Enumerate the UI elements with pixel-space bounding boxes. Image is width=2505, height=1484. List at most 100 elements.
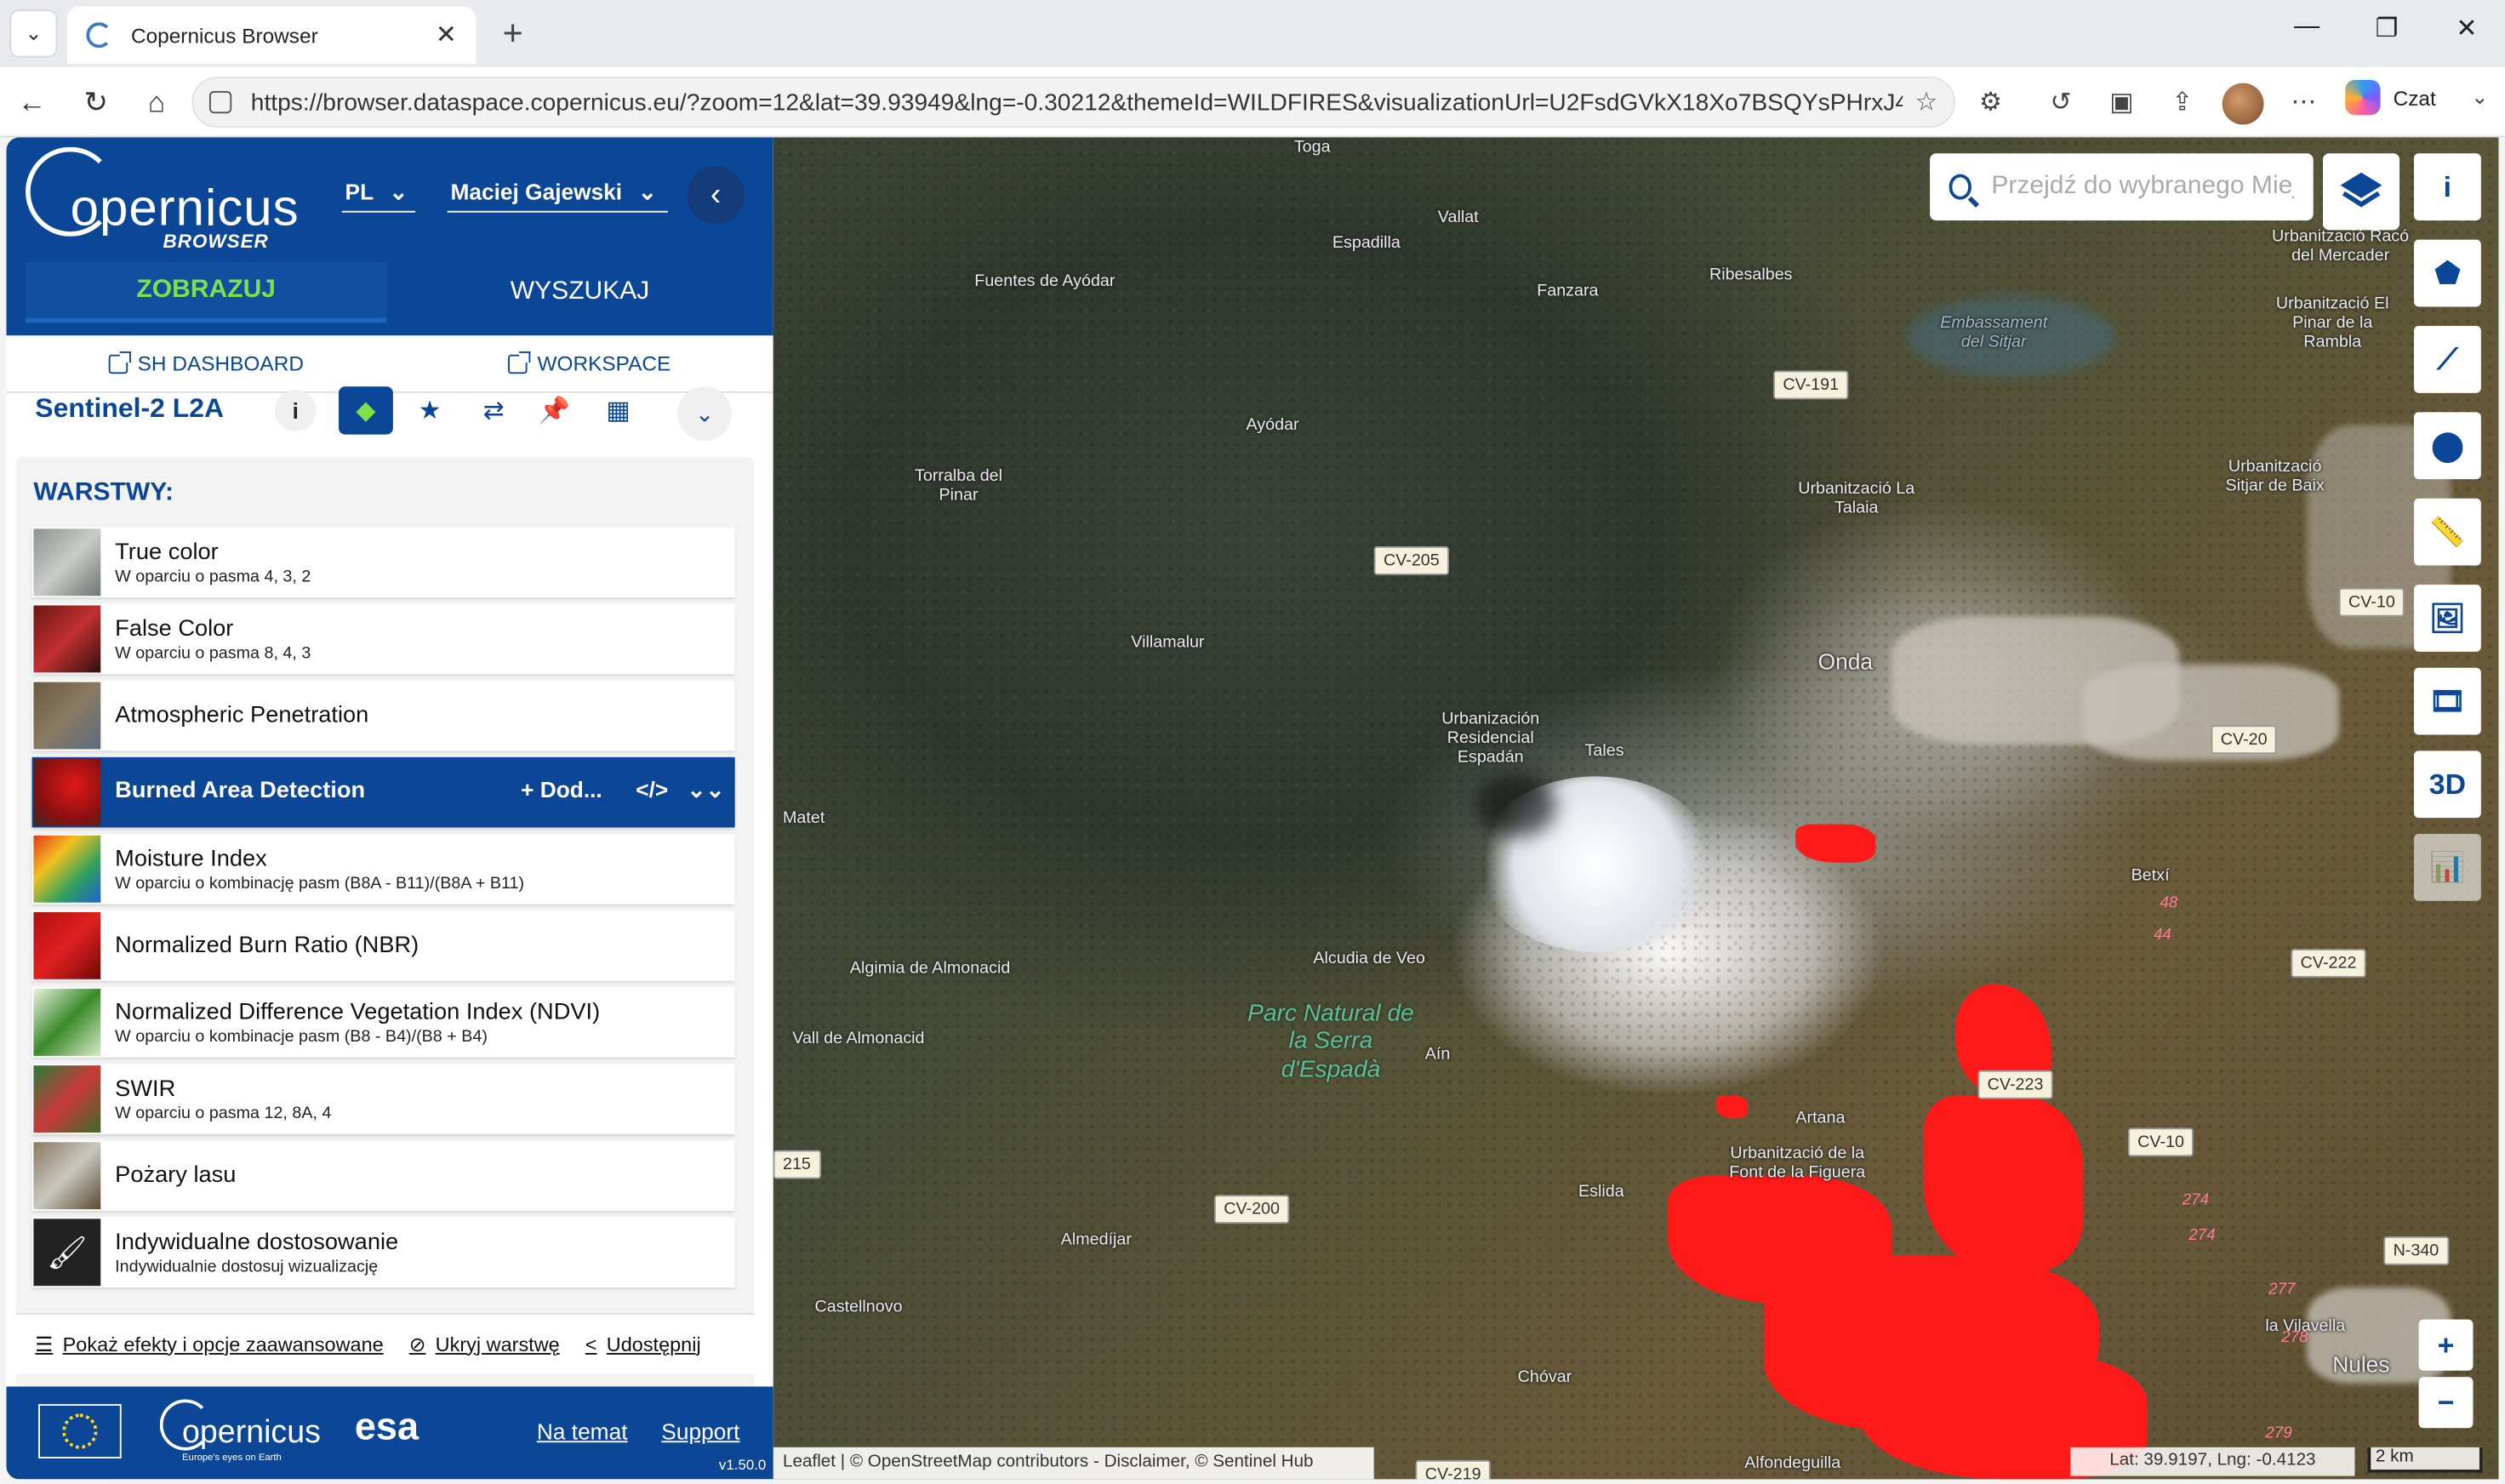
layer-ndvi[interactable]: Normalized Difference Vegetation Index (… xyxy=(31,987,735,1058)
layers-stack-icon xyxy=(2340,172,2382,208)
address-bar[interactable]: https://browser.dataspace.copernicus.eu/… xyxy=(191,77,1956,128)
extensions-icon[interactable]: ⚙ xyxy=(1971,83,2010,122)
share-link[interactable]: < Udostępnij xyxy=(585,1333,701,1356)
maximize-button[interactable]: ❐ xyxy=(2368,13,2406,45)
place-label: Villamalur xyxy=(1131,632,1205,652)
info-button[interactable]: i xyxy=(2413,153,2481,221)
about-link[interactable]: Na temat xyxy=(537,1418,628,1444)
layer-burned-area-detection[interactable]: Burned Area Detection + Dod... </> ⌄⌄ xyxy=(31,756,735,828)
tab-visualize[interactable]: ZOBRAZUJ xyxy=(26,261,387,323)
close-tab-icon[interactable]: ✕ xyxy=(436,20,457,52)
zoom-out-button[interactable]: − xyxy=(2418,1377,2474,1429)
minimize-button[interactable]: — xyxy=(2288,13,2326,42)
browser-tab[interactable]: Copernicus Browser ✕ xyxy=(66,6,476,65)
search-input[interactable]: Przejdź do wybranego Miejsca xyxy=(1991,173,2294,202)
layer-thumbnail xyxy=(33,1065,101,1133)
workspace-link[interactable]: WORKSPACE xyxy=(508,351,670,375)
zoom-in-button[interactable]: + xyxy=(2418,1319,2474,1371)
statistics-chart-button[interactable]: 📊 xyxy=(2413,833,2481,901)
profile-avatar[interactable] xyxy=(2222,83,2264,125)
layer-name: False Color xyxy=(115,616,234,642)
code-icon[interactable]: </> xyxy=(636,776,668,802)
layer-options-bar: ☰ Pokaż efekty i opcje zaawansowane ⊘ Ukry… xyxy=(15,1313,755,1374)
road-number: 274 xyxy=(2188,1226,2216,1245)
expand-layer-icon[interactable]: ⌄⌄ xyxy=(687,776,724,803)
close-window-button[interactable]: ✕ xyxy=(2447,13,2485,45)
external-link-icon xyxy=(108,351,132,374)
burned-area xyxy=(1795,824,1876,863)
support-link[interactable]: Support xyxy=(661,1418,739,1444)
location-pin-button[interactable]: ⬤ xyxy=(2413,412,2481,480)
new-tab-button[interactable]: + xyxy=(492,13,534,54)
tab-bar: ⌄ Copernicus Browser ✕ + — ❐ ✕ xyxy=(0,0,2505,67)
layers-control-button[interactable] xyxy=(2322,153,2400,231)
layer-moisture-index[interactable]: Moisture Index W oparciu o kombinację pa… xyxy=(31,833,735,905)
place-label: Toga xyxy=(1293,137,1331,157)
layer-name: True color xyxy=(115,539,219,566)
expand-dataset-button[interactable]: ⌄ xyxy=(677,386,732,442)
timelapse-button[interactable]: 🎞 xyxy=(2413,667,2481,735)
more-menu-icon[interactable]: ⋯ xyxy=(2285,83,2323,122)
layer-nbr[interactable]: Normalized Burn Ratio (NBR) xyxy=(31,910,735,981)
tab-search[interactable]: WYSZUKAJ xyxy=(399,262,760,322)
copilot-label: Czat xyxy=(2393,85,2436,110)
road-number: 48 xyxy=(2160,894,2178,912)
place-label: Artana xyxy=(1795,1108,1846,1128)
layer-swir[interactable]: SWIR W oparciu o pasma 12, 8A, 4 xyxy=(31,1064,735,1134)
layer-thumbnail xyxy=(33,835,101,903)
map-view[interactable]: Toga Vallat Espadilla Fuentes de Ayódar … xyxy=(773,137,2499,1480)
home-button[interactable]: ⌂ xyxy=(137,83,175,122)
place-label: Urbanització Sitjar de Baix xyxy=(2225,456,2325,496)
chevron-down-icon[interactable]: ⌄ xyxy=(2471,84,2488,110)
paintbrush-icon: 🖌 xyxy=(33,1219,101,1287)
place-label: Eslida xyxy=(1578,1182,1624,1201)
layer-description: W oparciu o pasma 8, 4, 3 xyxy=(115,643,311,664)
collapse-panel-button[interactable]: ‹ xyxy=(687,166,745,224)
location-search[interactable]: Przejdź do wybranego Miejsca xyxy=(1930,153,2314,221)
place-label: Castellnovo xyxy=(814,1297,903,1316)
add-layer-button[interactable]: + Dod... xyxy=(521,776,602,802)
user-menu[interactable]: Maciej Gajewski ⌄ xyxy=(447,179,668,213)
mosaic-icon[interactable]: ▦ xyxy=(591,386,646,434)
measure-ruler-button[interactable]: 📏 xyxy=(2413,498,2481,566)
layers-icon[interactable]: ◆ xyxy=(339,386,393,435)
tab-actions-menu-button[interactable]: ⌄ xyxy=(9,9,58,58)
image-download-button[interactable]: 🖼 xyxy=(2413,585,2481,652)
url-text[interactable]: https://browser.dataspace.copernicus.eu/… xyxy=(251,88,1903,116)
layer-true-color[interactable]: True color W oparciu o pasma 4, 3, 2 xyxy=(31,527,735,598)
eu-flag-logo xyxy=(38,1404,122,1458)
road-number: 44 xyxy=(2153,926,2171,945)
history-icon[interactable]: ↺ xyxy=(2042,83,2080,122)
language-select[interactable]: PL ⌄ xyxy=(341,179,416,213)
place-label: Alcudia de Veo xyxy=(1313,949,1425,968)
road-label: CV-222 xyxy=(2291,949,2366,978)
place-label: Matet xyxy=(782,808,825,828)
layer-wildfires[interactable]: Pożary lasu xyxy=(31,1140,735,1211)
layer-atmospheric-penetration[interactable]: Atmospheric Penetration xyxy=(31,680,735,751)
pin-icon[interactable]: 📌 xyxy=(528,386,582,434)
draw-polygon-button[interactable]: ⬟ xyxy=(2413,239,2481,307)
copilot-button[interactable]: Czat ⌄ xyxy=(2345,79,2489,116)
dataset-info-button[interactable]: i xyxy=(274,390,317,431)
refresh-button[interactable]: ↻ xyxy=(77,83,115,122)
road-number: 274 xyxy=(2182,1191,2210,1210)
advanced-options-link[interactable]: ☰ Pokaż efekty i opcje zaawansowane xyxy=(35,1333,383,1356)
star-icon[interactable]: ★ xyxy=(402,386,457,434)
road-number: 278 xyxy=(2281,1328,2308,1347)
layer-thumbnail xyxy=(33,605,101,673)
back-button[interactable]: ← xyxy=(13,83,51,122)
layer-custom[interactable]: 🖌 Indywidualne dostosowanie Indywidualni… xyxy=(31,1217,735,1288)
draw-line-button[interactable]: ⟋ xyxy=(2413,325,2481,393)
lock-icon xyxy=(208,91,232,114)
3d-view-button[interactable]: 3D xyxy=(2413,751,2481,819)
dataset-name: Sentinel-2 L2A xyxy=(35,392,225,424)
compare-icon[interactable]: ⇄ xyxy=(466,386,521,434)
share-icon[interactable]: ⇪ xyxy=(2163,83,2201,122)
layer-description: W oparciu o pasma 4, 3, 2 xyxy=(115,567,311,586)
sh-dashboard-link[interactable]: SH DASHBOARD xyxy=(108,351,304,375)
collections-icon[interactable]: ▣ xyxy=(2103,83,2141,122)
hide-layer-link[interactable]: ⊘ Ukryj warstwę xyxy=(409,1333,560,1356)
favorite-star-icon[interactable]: ☆ xyxy=(1915,86,1938,118)
park-label: Parc Natural de la Serra d'Espadà xyxy=(1247,1000,1414,1082)
layer-false-color[interactable]: False Color W oparciu o pasma 8, 4, 3 xyxy=(31,603,735,675)
